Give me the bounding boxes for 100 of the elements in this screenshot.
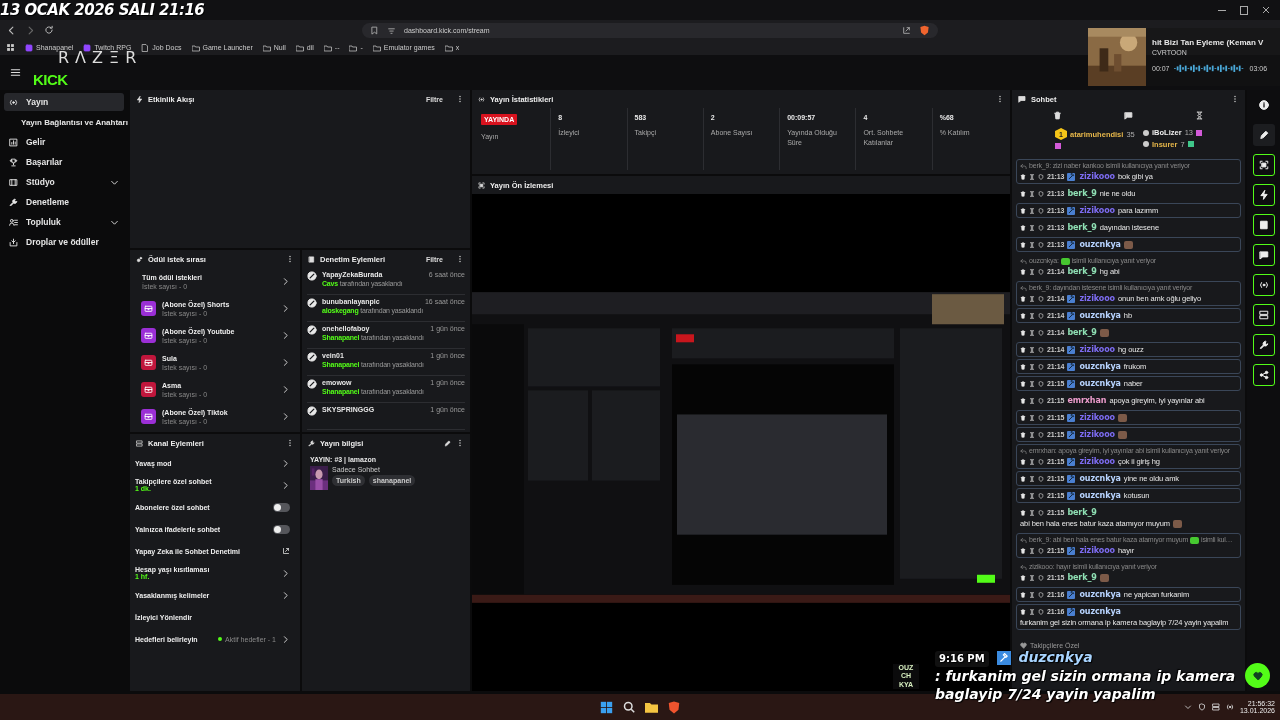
edit-icon[interactable]	[444, 439, 451, 447]
delete-icon[interactable]	[1020, 547, 1026, 554]
external-link-icon[interactable]	[282, 547, 290, 555]
delete-icon[interactable]	[1020, 241, 1026, 248]
delete-icon[interactable]	[1020, 346, 1026, 353]
search-icon[interactable]	[623, 701, 635, 713]
chevron-right-icon[interactable]	[281, 458, 290, 468]
username[interactable]: berk_9	[1067, 267, 1097, 276]
username[interactable]: ouzcnkya	[1079, 240, 1121, 249]
more-icon[interactable]	[456, 95, 464, 103]
username[interactable]: berk_9	[1067, 508, 1097, 517]
toggle-switch[interactable]	[273, 524, 290, 534]
delete-icon[interactable]	[1020, 475, 1026, 482]
delete-icon[interactable]	[1020, 509, 1026, 516]
chevron-right-icon[interactable]	[281, 412, 290, 421]
sidebar-item[interactable]: Denetleme	[4, 193, 124, 211]
username[interactable]: berk_9	[1067, 573, 1097, 582]
username[interactable]: zizikooo	[1079, 172, 1115, 181]
username[interactable]: zizikooo	[1079, 430, 1115, 439]
chevron-right-icon[interactable]	[281, 568, 290, 578]
timeout-icon[interactable]	[1029, 329, 1035, 336]
timeout-icon[interactable]	[1029, 190, 1035, 197]
folder-icon[interactable]	[645, 701, 658, 713]
timeout-icon[interactable]	[1029, 241, 1035, 248]
username[interactable]: berk_9	[1067, 328, 1097, 337]
username[interactable]: ouzcnkya	[1079, 474, 1121, 483]
delete-icon[interactable]	[1020, 380, 1026, 387]
timeout-icon[interactable]	[1029, 414, 1035, 421]
timeout-icon[interactable]	[1029, 207, 1035, 214]
tray-chevron-icon[interactable]	[1183, 703, 1192, 711]
timeout-icon[interactable]	[1029, 224, 1035, 231]
more-icon[interactable]	[456, 439, 464, 447]
share-icon[interactable]	[1258, 370, 1269, 380]
username[interactable]: zizikooo	[1079, 345, 1115, 354]
sidebar-item[interactable]: Başarılar	[4, 153, 124, 171]
timeout-icon[interactable]	[1029, 475, 1035, 482]
delete-icon[interactable]	[1020, 268, 1026, 275]
delete-icon[interactable]	[1020, 591, 1026, 598]
timeout-icon[interactable]	[1029, 268, 1035, 275]
info-icon[interactable]	[1258, 100, 1269, 110]
delete-icon[interactable]	[1020, 173, 1026, 180]
menu-icon[interactable]	[10, 67, 21, 78]
delete-icon[interactable]	[1020, 458, 1026, 465]
chevron-right-icon[interactable]	[281, 385, 290, 394]
timeout-icon[interactable]	[1029, 346, 1035, 353]
username[interactable]: berk_9	[1067, 223, 1097, 232]
toggle-switch[interactable]	[273, 502, 290, 512]
delete-icon[interactable]	[1020, 312, 1026, 319]
chevron-right-icon[interactable]	[281, 480, 290, 490]
maximize-button[interactable]	[1240, 5, 1248, 15]
timeout-icon[interactable]	[1029, 509, 1035, 516]
delete-icon[interactable]	[1020, 414, 1026, 421]
sidebar-item[interactable]: Gelir	[4, 133, 124, 151]
delete-icon[interactable]	[1020, 190, 1026, 197]
lion-shield-icon[interactable]	[919, 24, 930, 36]
delete-icon[interactable]	[1020, 431, 1026, 438]
chevron-right-icon[interactable]	[281, 304, 290, 313]
delete-icon[interactable]	[1020, 608, 1026, 615]
broadcast-icon[interactable]	[1258, 280, 1269, 290]
trash-icon[interactable]	[1053, 111, 1062, 120]
chevron-right-icon[interactable]	[281, 590, 290, 600]
lion-shield-icon[interactable]	[668, 700, 680, 714]
wrench-icon[interactable]	[1258, 340, 1269, 350]
timeout-icon[interactable]	[1029, 458, 1035, 465]
username[interactable]: ouzcnkya	[1079, 311, 1121, 320]
focus-icon[interactable]	[1258, 160, 1269, 170]
pencil-icon[interactable]	[1258, 130, 1269, 140]
chat-bubble-icon[interactable]	[1124, 111, 1133, 120]
chevron-right-icon[interactable]	[281, 331, 290, 340]
username[interactable]: emrxhan	[1067, 396, 1107, 405]
sidebar-item[interactable]: Stüdyo	[4, 173, 124, 191]
more-icon[interactable]	[286, 439, 294, 447]
chevron-right-icon[interactable]	[281, 634, 290, 644]
chevron-right-icon[interactable]	[281, 277, 290, 286]
username[interactable]: zizikooo	[1079, 546, 1115, 555]
delete-icon[interactable]	[1020, 207, 1026, 214]
username[interactable]: zizikooo	[1079, 413, 1115, 422]
timeout-icon[interactable]	[1029, 363, 1035, 370]
username[interactable]: ouzcnkya	[1079, 590, 1121, 599]
reload-icon[interactable]	[44, 25, 54, 35]
document-icon[interactable]	[1258, 220, 1269, 230]
apps-icon[interactable]	[6, 43, 15, 52]
timeout-icon[interactable]	[1029, 295, 1035, 302]
close-icon[interactable]	[1262, 6, 1270, 14]
timeout-icon[interactable]	[1029, 397, 1035, 404]
timeout-icon[interactable]	[1029, 173, 1035, 180]
timeout-icon[interactable]	[1029, 591, 1035, 598]
minimize-button[interactable]	[1218, 9, 1226, 11]
timeout-icon[interactable]	[1029, 312, 1035, 319]
username[interactable]: ouzcnkya	[1079, 491, 1121, 500]
sidebar-item[interactable]: Topluluk	[4, 213, 124, 231]
bolt-icon[interactable]	[1258, 190, 1269, 200]
timeout-icon[interactable]	[1029, 608, 1035, 615]
timeout-icon[interactable]	[1029, 492, 1035, 499]
timeout-icon[interactable]	[1029, 431, 1035, 438]
delete-icon[interactable]	[1020, 492, 1026, 499]
username[interactable]: berk_9	[1067, 189, 1097, 198]
delete-icon[interactable]	[1020, 363, 1026, 370]
chat-icon[interactable]	[1258, 250, 1269, 260]
timeout-icon[interactable]	[1029, 547, 1035, 554]
